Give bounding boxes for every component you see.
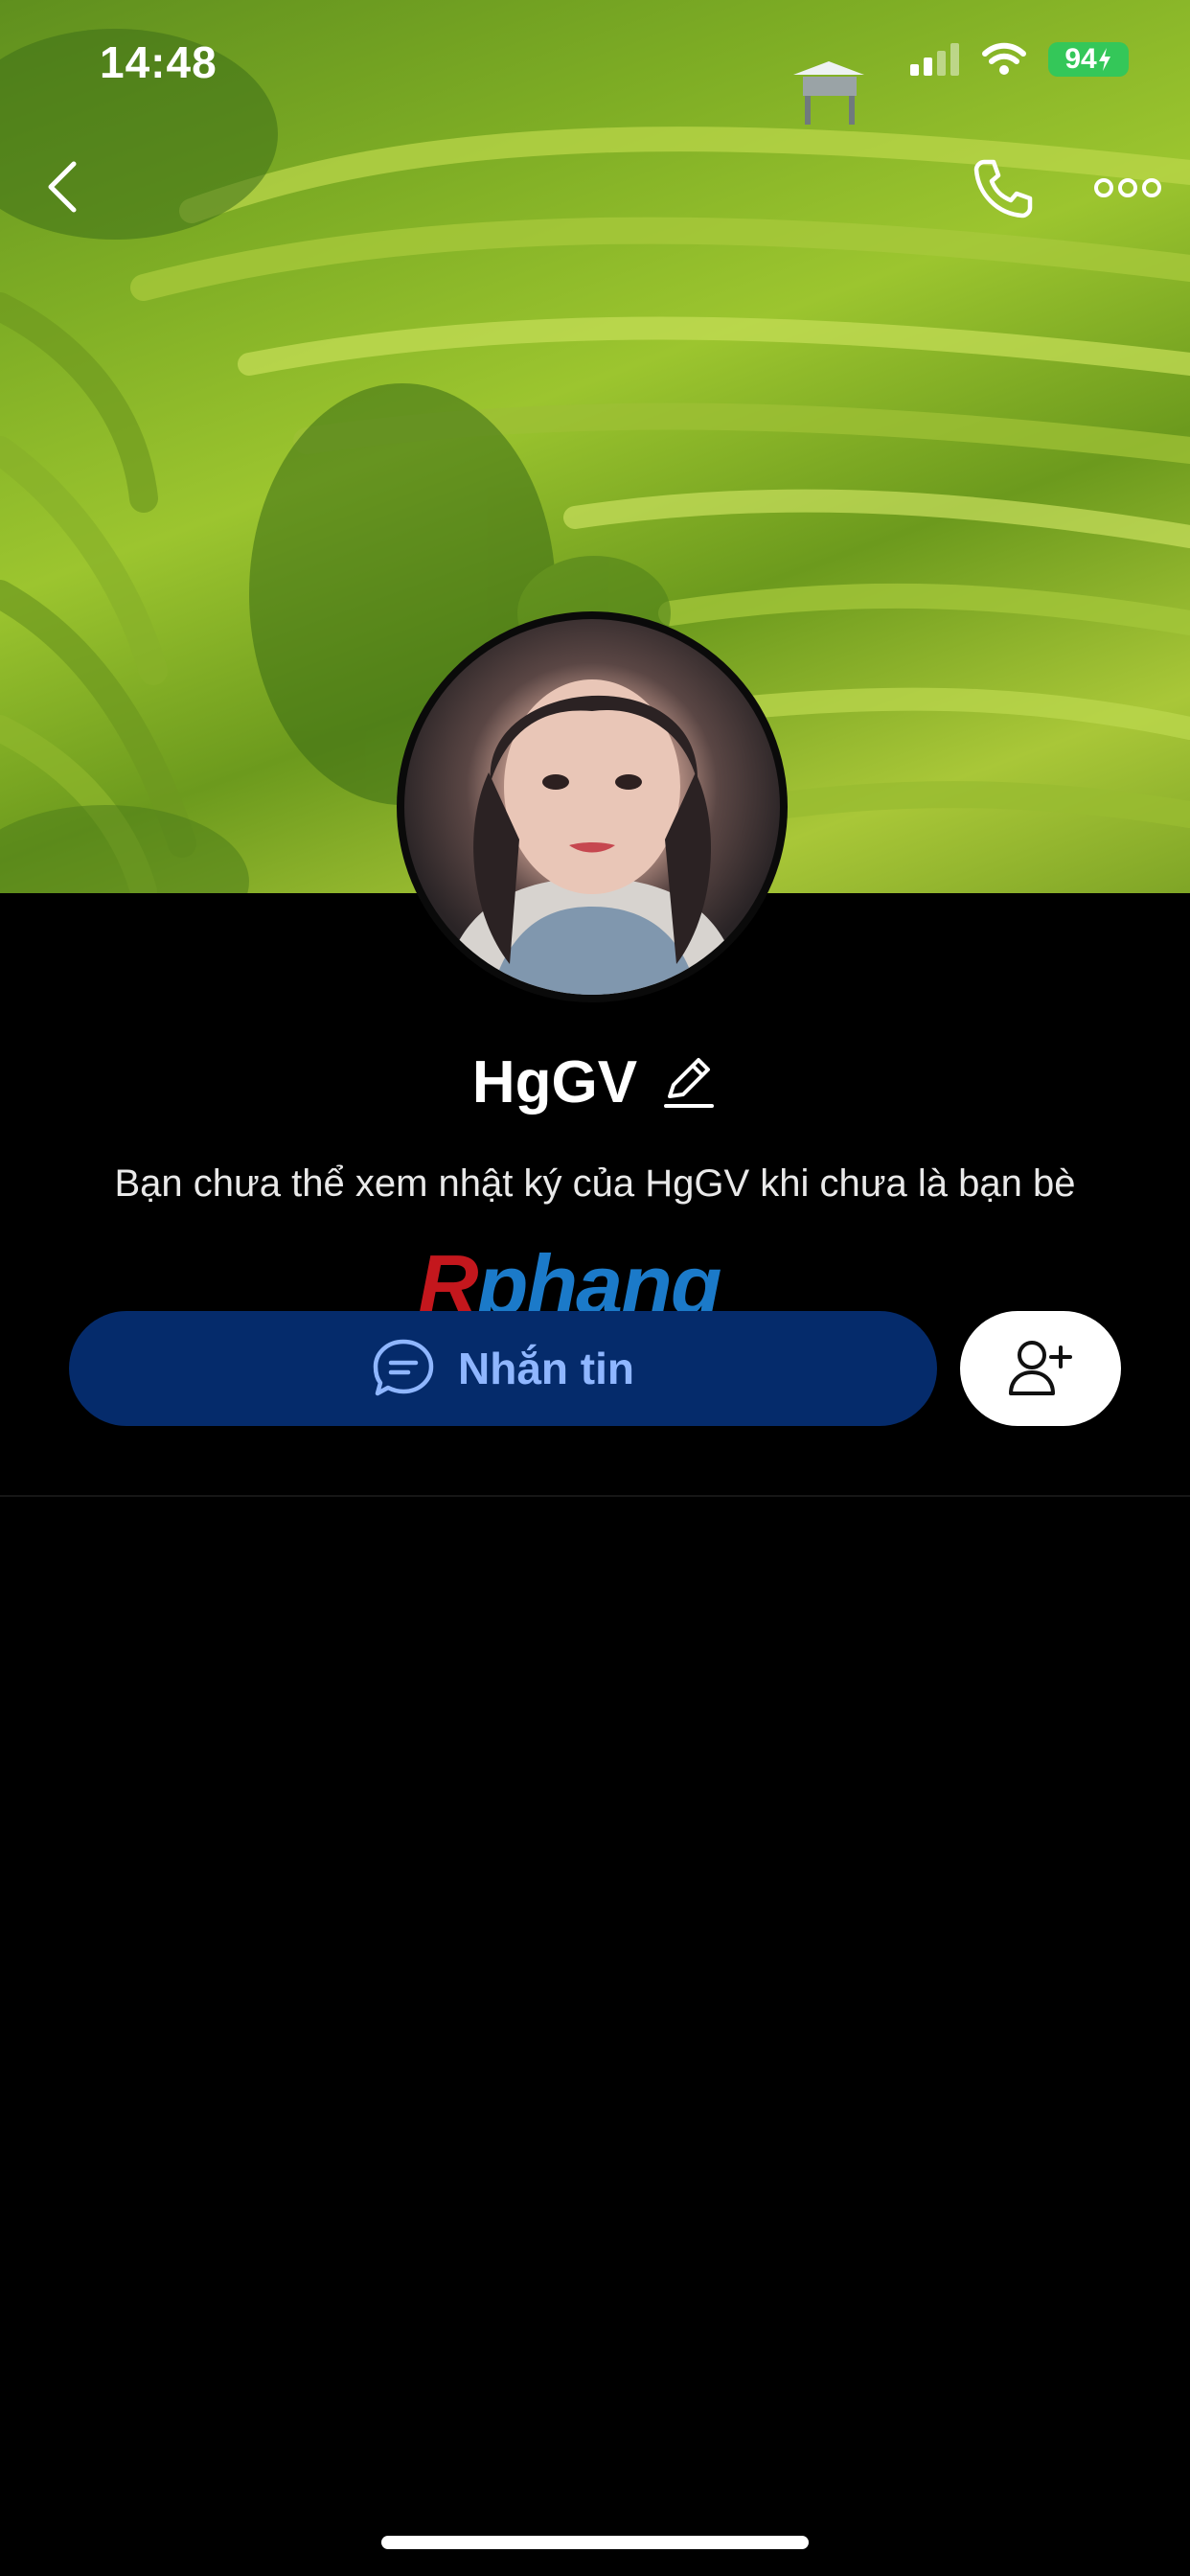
- hut-shape: [793, 61, 864, 125]
- charging-bolt-icon: [1098, 48, 1110, 71]
- chevron-left-icon: [48, 161, 77, 213]
- battery-level: 94: [1064, 43, 1097, 75]
- wifi-icon: [982, 42, 1026, 75]
- more-dots-icon: [1094, 178, 1161, 197]
- call-button[interactable]: [968, 153, 1037, 222]
- avatar[interactable]: [397, 611, 788, 1002]
- profile-name: HgGV: [471, 1049, 638, 1116]
- pencil-icon[interactable]: [660, 1054, 718, 1112]
- add-user-icon: [1009, 1341, 1072, 1395]
- diary-restriction-message: Bạn chưa thể xem nhật ký của HgGV khi ch…: [114, 1162, 1076, 1205]
- avatar-photo: [404, 619, 780, 995]
- add-friend-button[interactable]: [960, 1311, 1121, 1426]
- message-button[interactable]: Nhắn tin: [69, 1311, 937, 1426]
- cellular-signal-icon: [910, 43, 959, 76]
- back-button[interactable]: [29, 153, 96, 220]
- home-indicator[interactable]: [381, 2536, 809, 2549]
- status-indicators: 94: [910, 42, 1129, 77]
- section-divider: [0, 1495, 1190, 1497]
- chat-bubble-icon: [373, 1339, 434, 1396]
- message-button-label: Nhắn tin: [458, 1344, 634, 1393]
- more-options-button[interactable]: [1085, 163, 1171, 213]
- phone-icon: [973, 159, 1033, 218]
- status-time: 14:48: [100, 37, 217, 87]
- person-portrait-shape: [443, 679, 742, 995]
- battery-indicator: 94: [1048, 42, 1129, 77]
- profile-name-row: HgGV: [0, 1048, 1190, 1116]
